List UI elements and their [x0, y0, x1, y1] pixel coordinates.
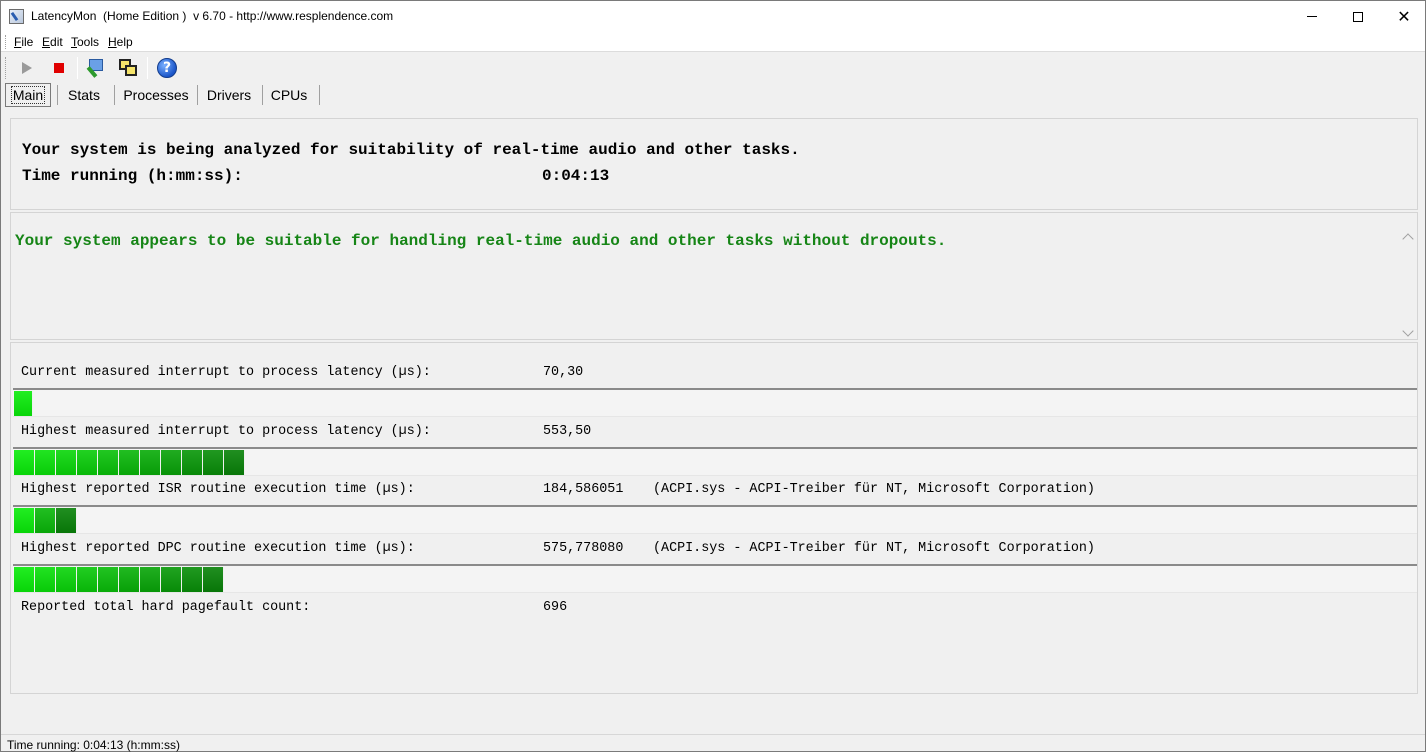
window-title: LatencyMon (Home Edition ) v 6.70 - http… — [31, 9, 394, 23]
metric-value: 575,778080 — [543, 541, 624, 556]
meter-fill — [14, 391, 33, 416]
menu-file[interactable]: File — [14, 35, 33, 49]
verdict-panel: Your system appears to be suitable for h… — [10, 212, 1418, 340]
meter-segment — [35, 450, 56, 475]
meter-segment — [182, 567, 203, 592]
windows-icon — [118, 58, 138, 78]
isr-meter — [13, 505, 1417, 534]
analysis-heading: Your system is being analyzed for suitab… — [22, 141, 800, 159]
analysis-panel: Your system is being analyzed for suitab… — [10, 118, 1418, 210]
tab-separator — [319, 85, 320, 105]
meter-segment — [161, 450, 182, 475]
inspect-icon — [86, 58, 106, 78]
stop-icon — [54, 63, 64, 73]
metric-label: Reported total hard pagefault count: — [21, 600, 311, 615]
meter-fill — [14, 450, 245, 475]
stop-button[interactable] — [47, 56, 71, 80]
toolbar-separator — [147, 57, 148, 79]
meter-segment — [56, 567, 77, 592]
scroll-down-icon[interactable] — [1402, 325, 1414, 337]
time-running-value: 0:04:13 — [542, 167, 610, 185]
latencymon-app-icon[interactable] — [9, 9, 24, 24]
meter-segment — [203, 450, 224, 475]
tab-stats[interactable]: Stats — [61, 83, 107, 107]
tab-cpus[interactable]: CPUs — [266, 83, 312, 107]
help-icon: ? — [157, 58, 177, 78]
meter-segment — [56, 508, 77, 533]
meter-fill — [14, 567, 224, 592]
meter-segment — [161, 567, 182, 592]
maximize-button[interactable] — [1335, 1, 1381, 32]
status-bar: Time running: 0:04:13 (h:mm:ss) — [1, 734, 1425, 752]
maximize-icon — [1353, 11, 1363, 22]
metrics-panel: Current measured interrupt to process la… — [10, 342, 1418, 694]
verdict-message: Your system appears to be suitable for h… — [15, 232, 947, 250]
metric-label: Highest reported ISR routine execution t… — [21, 482, 415, 497]
metric-driver: (ACPI.sys - ACPI-Treiber für NT, Microso… — [653, 482, 1095, 497]
dpc-meter — [13, 564, 1417, 593]
menu-tools[interactable]: Tools — [71, 35, 99, 49]
app-window: LatencyMon (Home Edition ) v 6.70 - http… — [0, 0, 1426, 752]
windows-button[interactable] — [116, 56, 140, 80]
meter-segment — [119, 450, 140, 475]
metric-driver: (ACPI.sys - ACPI-Treiber für NT, Microso… — [653, 541, 1095, 556]
scroll-up-icon[interactable] — [1402, 233, 1414, 245]
toolbar-grip — [5, 57, 7, 79]
meter-segment — [98, 567, 119, 592]
metric-label: Highest reported DPC routine execution t… — [21, 541, 415, 556]
play-icon — [22, 62, 32, 74]
metric-value: 70,30 — [543, 365, 584, 380]
close-icon: ✕ — [1397, 6, 1411, 26]
tab-separator — [197, 85, 198, 105]
close-button[interactable]: ✕ — [1381, 1, 1426, 32]
title-bar[interactable]: LatencyMon (Home Edition ) v 6.70 - http… — [1, 1, 1425, 32]
menubar-grip — [5, 35, 7, 49]
latency-meter — [13, 447, 1417, 476]
meter-segment — [140, 450, 161, 475]
meter-segment — [14, 391, 33, 416]
meter-segment — [14, 567, 35, 592]
meter-fill — [14, 508, 77, 533]
toolbar-separator — [77, 57, 78, 79]
status-text: Time running: 0:04:13 (h:mm:ss) — [7, 738, 180, 752]
meter-segment — [35, 508, 56, 533]
tab-processes[interactable]: Processes — [119, 83, 193, 107]
menu-help[interactable]: Help — [108, 35, 133, 49]
meter-segment — [140, 567, 161, 592]
metric-value: 553,50 — [543, 424, 592, 439]
meter-segment — [35, 567, 56, 592]
tab-separator — [114, 85, 115, 105]
meter-segment — [14, 508, 35, 533]
tab-strip: Main Stats Processes Drivers CPUs — [1, 83, 1425, 109]
meter-segment — [77, 567, 98, 592]
tab-main[interactable]: Main — [5, 83, 51, 107]
metric-value: 696 — [543, 600, 568, 615]
menu-bar: File Edit Tools Help — [1, 32, 1425, 52]
meter-segment — [182, 450, 203, 475]
start-button[interactable] — [15, 56, 39, 80]
meter-segment — [14, 450, 35, 475]
meter-segment — [77, 450, 98, 475]
latency-meter — [13, 388, 1417, 417]
toolbar: ? — [1, 53, 1425, 83]
tab-separator — [57, 85, 58, 105]
minimize-icon — [1307, 16, 1317, 17]
tab-separator — [262, 85, 263, 105]
meter-segment — [224, 450, 245, 475]
tab-drivers[interactable]: Drivers — [201, 83, 257, 107]
minimize-button[interactable] — [1289, 1, 1335, 32]
metric-label: Highest measured interrupt to process la… — [21, 424, 431, 439]
meter-segment — [203, 567, 224, 592]
metric-value: 184,586051 — [543, 482, 624, 497]
menu-edit[interactable]: Edit — [42, 35, 63, 49]
help-button[interactable]: ? — [155, 56, 179, 80]
meter-segment — [98, 450, 119, 475]
metric-label: Current measured interrupt to process la… — [21, 365, 431, 380]
verdict-scrollbar[interactable] — [1400, 229, 1417, 341]
time-running-label: Time running (h:mm:ss): — [22, 167, 243, 185]
inspect-button[interactable] — [84, 56, 108, 80]
meter-segment — [56, 450, 77, 475]
meter-segment — [119, 567, 140, 592]
